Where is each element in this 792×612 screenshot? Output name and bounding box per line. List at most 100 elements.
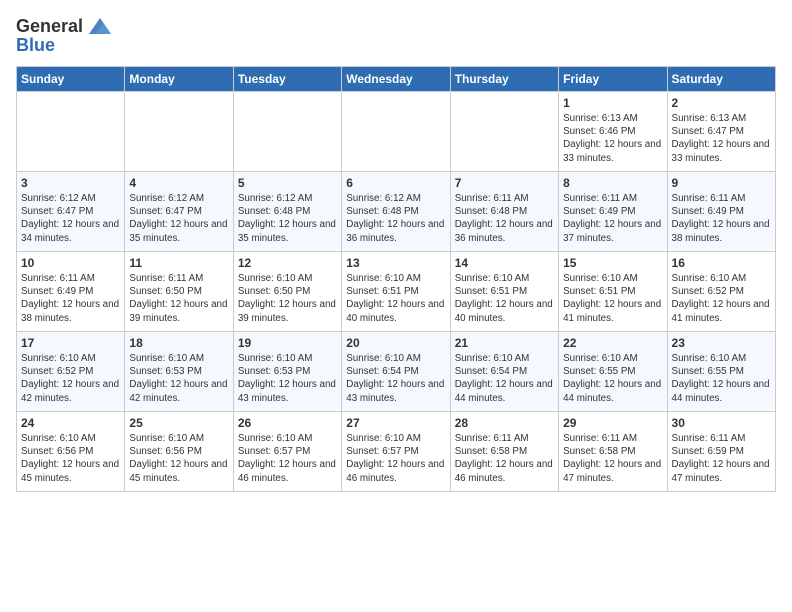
day-number: 29 bbox=[563, 415, 662, 431]
calendar-cell: 17Sunrise: 6:10 AM Sunset: 6:52 PM Dayli… bbox=[17, 331, 125, 411]
day-number: 13 bbox=[346, 255, 445, 271]
day-info: Sunrise: 6:10 AM Sunset: 6:57 PM Dayligh… bbox=[238, 432, 337, 485]
day-number: 20 bbox=[346, 335, 445, 351]
calendar-cell: 28Sunrise: 6:11 AM Sunset: 6:58 PM Dayli… bbox=[450, 411, 558, 491]
day-info: Sunrise: 6:10 AM Sunset: 6:57 PM Dayligh… bbox=[346, 432, 445, 485]
logo-icon bbox=[87, 16, 113, 38]
logo-general: General bbox=[16, 17, 83, 37]
calendar-cell: 2Sunrise: 6:13 AM Sunset: 6:47 PM Daylig… bbox=[667, 91, 775, 171]
day-info: Sunrise: 6:11 AM Sunset: 6:58 PM Dayligh… bbox=[455, 432, 554, 485]
day-number: 23 bbox=[672, 335, 771, 351]
day-info: Sunrise: 6:12 AM Sunset: 6:48 PM Dayligh… bbox=[346, 192, 445, 245]
day-info: Sunrise: 6:10 AM Sunset: 6:55 PM Dayligh… bbox=[563, 352, 662, 405]
day-number: 15 bbox=[563, 255, 662, 271]
weekday-header-thursday: Thursday bbox=[450, 66, 558, 91]
day-info: Sunrise: 6:13 AM Sunset: 6:46 PM Dayligh… bbox=[563, 112, 662, 165]
day-number: 24 bbox=[21, 415, 120, 431]
calendar-cell bbox=[342, 91, 450, 171]
day-info: Sunrise: 6:10 AM Sunset: 6:54 PM Dayligh… bbox=[455, 352, 554, 405]
calendar-cell: 16Sunrise: 6:10 AM Sunset: 6:52 PM Dayli… bbox=[667, 251, 775, 331]
day-number: 25 bbox=[129, 415, 228, 431]
day-number: 19 bbox=[238, 335, 337, 351]
calendar-cell bbox=[233, 91, 341, 171]
day-info: Sunrise: 6:11 AM Sunset: 6:48 PM Dayligh… bbox=[455, 192, 554, 245]
calendar-cell: 8Sunrise: 6:11 AM Sunset: 6:49 PM Daylig… bbox=[559, 171, 667, 251]
day-info: Sunrise: 6:11 AM Sunset: 6:49 PM Dayligh… bbox=[21, 272, 120, 325]
day-info: Sunrise: 6:10 AM Sunset: 6:53 PM Dayligh… bbox=[129, 352, 228, 405]
calendar-cell: 5Sunrise: 6:12 AM Sunset: 6:48 PM Daylig… bbox=[233, 171, 341, 251]
day-number: 2 bbox=[672, 95, 771, 111]
day-info: Sunrise: 6:11 AM Sunset: 6:58 PM Dayligh… bbox=[563, 432, 662, 485]
weekday-header-friday: Friday bbox=[559, 66, 667, 91]
day-info: Sunrise: 6:10 AM Sunset: 6:51 PM Dayligh… bbox=[455, 272, 554, 325]
day-number: 22 bbox=[563, 335, 662, 351]
day-number: 10 bbox=[21, 255, 120, 271]
day-info: Sunrise: 6:11 AM Sunset: 6:49 PM Dayligh… bbox=[563, 192, 662, 245]
day-number: 12 bbox=[238, 255, 337, 271]
weekday-header-monday: Monday bbox=[125, 66, 233, 91]
calendar-cell: 22Sunrise: 6:10 AM Sunset: 6:55 PM Dayli… bbox=[559, 331, 667, 411]
calendar-cell: 6Sunrise: 6:12 AM Sunset: 6:48 PM Daylig… bbox=[342, 171, 450, 251]
calendar-cell: 26Sunrise: 6:10 AM Sunset: 6:57 PM Dayli… bbox=[233, 411, 341, 491]
day-number: 9 bbox=[672, 175, 771, 191]
day-number: 5 bbox=[238, 175, 337, 191]
day-number: 1 bbox=[563, 95, 662, 111]
calendar-cell bbox=[125, 91, 233, 171]
header: General Blue bbox=[16, 16, 776, 56]
calendar-cell: 20Sunrise: 6:10 AM Sunset: 6:54 PM Dayli… bbox=[342, 331, 450, 411]
day-info: Sunrise: 6:12 AM Sunset: 6:47 PM Dayligh… bbox=[129, 192, 228, 245]
calendar-cell: 13Sunrise: 6:10 AM Sunset: 6:51 PM Dayli… bbox=[342, 251, 450, 331]
day-number: 21 bbox=[455, 335, 554, 351]
day-number: 17 bbox=[21, 335, 120, 351]
weekday-header-saturday: Saturday bbox=[667, 66, 775, 91]
calendar-cell bbox=[17, 91, 125, 171]
calendar-table: SundayMondayTuesdayWednesdayThursdayFrid… bbox=[16, 66, 776, 492]
weekday-header-sunday: Sunday bbox=[17, 66, 125, 91]
day-info: Sunrise: 6:11 AM Sunset: 6:49 PM Dayligh… bbox=[672, 192, 771, 245]
calendar-cell: 24Sunrise: 6:10 AM Sunset: 6:56 PM Dayli… bbox=[17, 411, 125, 491]
calendar-cell: 21Sunrise: 6:10 AM Sunset: 6:54 PM Dayli… bbox=[450, 331, 558, 411]
calendar-cell: 10Sunrise: 6:11 AM Sunset: 6:49 PM Dayli… bbox=[17, 251, 125, 331]
day-number: 7 bbox=[455, 175, 554, 191]
calendar-cell: 12Sunrise: 6:10 AM Sunset: 6:50 PM Dayli… bbox=[233, 251, 341, 331]
calendar-cell: 4Sunrise: 6:12 AM Sunset: 6:47 PM Daylig… bbox=[125, 171, 233, 251]
day-number: 28 bbox=[455, 415, 554, 431]
day-number: 27 bbox=[346, 415, 445, 431]
calendar-cell: 7Sunrise: 6:11 AM Sunset: 6:48 PM Daylig… bbox=[450, 171, 558, 251]
day-number: 16 bbox=[672, 255, 771, 271]
day-number: 14 bbox=[455, 255, 554, 271]
day-number: 3 bbox=[21, 175, 120, 191]
logo: General Blue bbox=[16, 16, 113, 56]
day-info: Sunrise: 6:10 AM Sunset: 6:52 PM Dayligh… bbox=[672, 272, 771, 325]
day-number: 26 bbox=[238, 415, 337, 431]
day-number: 6 bbox=[346, 175, 445, 191]
calendar-cell: 11Sunrise: 6:11 AM Sunset: 6:50 PM Dayli… bbox=[125, 251, 233, 331]
weekday-header-wednesday: Wednesday bbox=[342, 66, 450, 91]
day-info: Sunrise: 6:12 AM Sunset: 6:48 PM Dayligh… bbox=[238, 192, 337, 245]
calendar-cell: 27Sunrise: 6:10 AM Sunset: 6:57 PM Dayli… bbox=[342, 411, 450, 491]
day-number: 4 bbox=[129, 175, 228, 191]
calendar-cell: 1Sunrise: 6:13 AM Sunset: 6:46 PM Daylig… bbox=[559, 91, 667, 171]
day-info: Sunrise: 6:10 AM Sunset: 6:51 PM Dayligh… bbox=[563, 272, 662, 325]
calendar-cell: 3Sunrise: 6:12 AM Sunset: 6:47 PM Daylig… bbox=[17, 171, 125, 251]
calendar-cell: 25Sunrise: 6:10 AM Sunset: 6:56 PM Dayli… bbox=[125, 411, 233, 491]
calendar-cell: 15Sunrise: 6:10 AM Sunset: 6:51 PM Dayli… bbox=[559, 251, 667, 331]
day-number: 18 bbox=[129, 335, 228, 351]
day-info: Sunrise: 6:10 AM Sunset: 6:56 PM Dayligh… bbox=[21, 432, 120, 485]
day-info: Sunrise: 6:10 AM Sunset: 6:53 PM Dayligh… bbox=[238, 352, 337, 405]
day-info: Sunrise: 6:10 AM Sunset: 6:51 PM Dayligh… bbox=[346, 272, 445, 325]
weekday-header-tuesday: Tuesday bbox=[233, 66, 341, 91]
calendar-cell bbox=[450, 91, 558, 171]
logo-blue: Blue bbox=[16, 36, 55, 56]
day-info: Sunrise: 6:11 AM Sunset: 6:50 PM Dayligh… bbox=[129, 272, 228, 325]
day-info: Sunrise: 6:13 AM Sunset: 6:47 PM Dayligh… bbox=[672, 112, 771, 165]
calendar-cell: 14Sunrise: 6:10 AM Sunset: 6:51 PM Dayli… bbox=[450, 251, 558, 331]
day-info: Sunrise: 6:10 AM Sunset: 6:55 PM Dayligh… bbox=[672, 352, 771, 405]
day-info: Sunrise: 6:10 AM Sunset: 6:54 PM Dayligh… bbox=[346, 352, 445, 405]
day-number: 11 bbox=[129, 255, 228, 271]
calendar-cell: 23Sunrise: 6:10 AM Sunset: 6:55 PM Dayli… bbox=[667, 331, 775, 411]
calendar-cell: 29Sunrise: 6:11 AM Sunset: 6:58 PM Dayli… bbox=[559, 411, 667, 491]
calendar-cell: 9Sunrise: 6:11 AM Sunset: 6:49 PM Daylig… bbox=[667, 171, 775, 251]
day-info: Sunrise: 6:11 AM Sunset: 6:59 PM Dayligh… bbox=[672, 432, 771, 485]
calendar-cell: 18Sunrise: 6:10 AM Sunset: 6:53 PM Dayli… bbox=[125, 331, 233, 411]
